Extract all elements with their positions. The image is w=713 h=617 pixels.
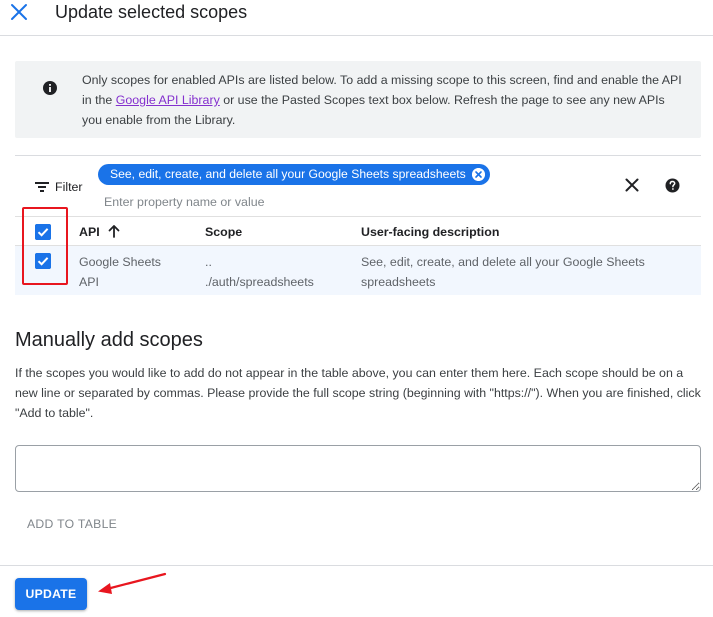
scope-cell: .. ./auth/spreadsheets <box>205 252 314 292</box>
google-api-library-link[interactable]: Google API Library <box>116 93 220 107</box>
api-name-line2: API <box>79 275 99 289</box>
dialog-title: Update selected scopes <box>55 2 248 22</box>
filter-chip-label: See, edit, create, and delete all your G… <box>110 167 466 181</box>
add-to-table-button[interactable]: ADD TO TABLE <box>27 517 117 531</box>
manual-scopes-description: If the scopes you would like to add do n… <box>15 366 701 420</box>
filter-icon <box>35 182 49 192</box>
description-cell: See, edit, create, and delete all your G… <box>361 252 645 292</box>
info-text: Only scopes for enabled APIs are listed … <box>82 70 687 130</box>
column-header-api[interactable]: API <box>79 225 100 239</box>
description-line2: spreadsheets <box>361 275 436 289</box>
api-cell: Google Sheets API <box>79 252 161 292</box>
filter-chip[interactable]: See, edit, create, and delete all your G… <box>98 164 490 185</box>
filter-input[interactable]: Enter property name or value <box>104 195 264 209</box>
annotation-arrow-icon <box>98 572 167 594</box>
update-button[interactable]: UPDATE <box>15 578 87 610</box>
annotation-highlight-box <box>22 207 68 285</box>
scope-line1: .. <box>205 255 212 269</box>
dialog-header: Update selected scopes <box>0 0 713 36</box>
column-header-scope: Scope <box>205 225 243 239</box>
close-icon[interactable] <box>9 2 29 22</box>
manual-scopes-title: Manually add scopes <box>15 329 203 351</box>
api-name-line1: Google Sheets <box>79 255 161 269</box>
info-icon <box>43 81 57 95</box>
scopes-table: Filter See, edit, create, and delete all… <box>15 155 701 295</box>
chip-remove-icon[interactable] <box>471 168 485 181</box>
help-icon[interactable] <box>665 178 680 193</box>
table-header-row: API Scope User-facing description <box>15 216 701 246</box>
scope-line2: ./auth/spreadsheets <box>205 275 314 289</box>
table-row[interactable]: Google Sheets API .. ./auth/spreadsheets… <box>15 246 701 295</box>
filter-label: Filter <box>55 180 83 194</box>
footer-divider <box>0 565 713 566</box>
info-banner: Only scopes for enabled APIs are listed … <box>15 61 701 138</box>
arrow-upward-icon[interactable] <box>107 224 121 238</box>
clear-filter-icon[interactable] <box>625 178 639 192</box>
description-line1: See, edit, create, and delete all your G… <box>361 255 645 269</box>
filter-button[interactable]: Filter <box>35 178 83 196</box>
manual-scopes-textarea[interactable] <box>15 445 701 492</box>
column-header-description: User-facing description <box>361 225 500 239</box>
